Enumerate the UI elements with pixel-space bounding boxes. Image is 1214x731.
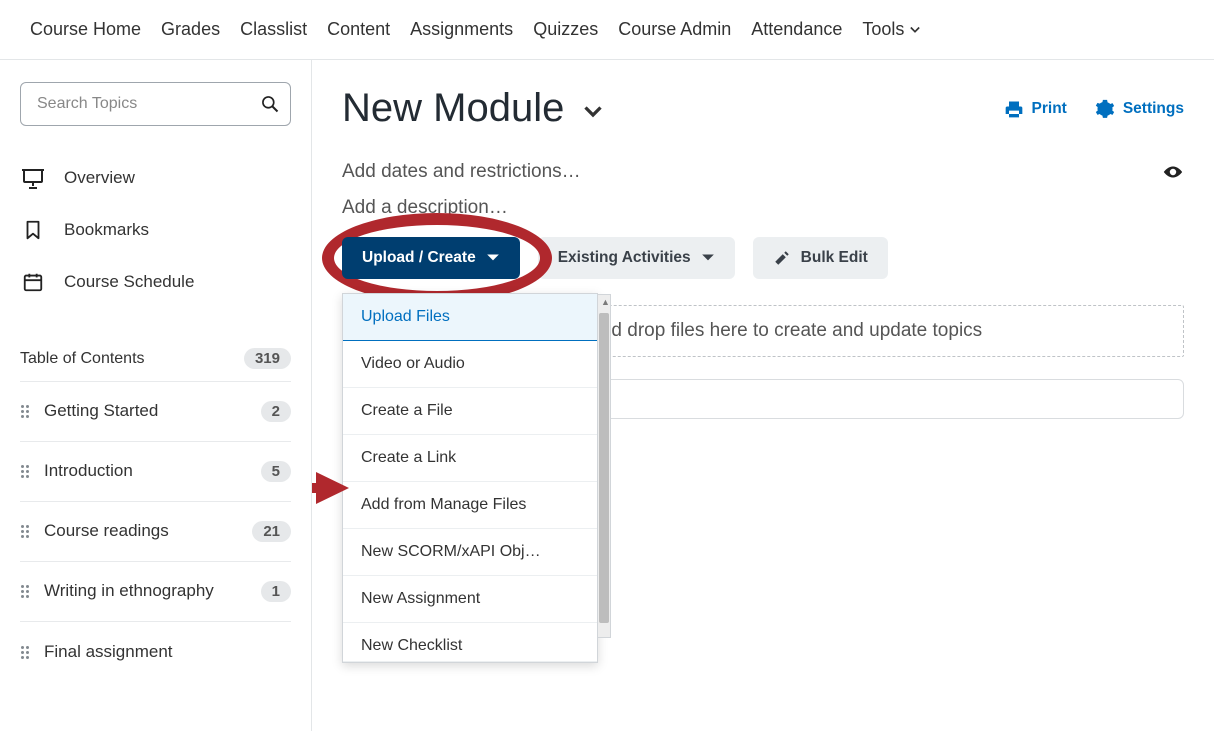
visibility-icon[interactable] <box>1162 164 1184 180</box>
toc-item-getting-started[interactable]: Getting Started 2 <box>20 382 291 442</box>
chevron-down-icon <box>486 251 500 265</box>
action-button-row: Upload / Create Existing Activities Bulk… <box>342 237 1184 279</box>
drag-handle-icon[interactable] <box>20 525 30 538</box>
sidebar-bookmarks-label: Bookmarks <box>64 220 149 240</box>
nav-tools[interactable]: Tools <box>852 19 930 40</box>
dropdown-scrollbar[interactable]: ▲ <box>597 294 611 638</box>
dropdown-new-checklist[interactable]: New Checklist <box>343 623 597 662</box>
sidebar-overview[interactable]: Overview <box>20 152 291 204</box>
settings-label: Settings <box>1123 100 1184 118</box>
toc-item-count: 5 <box>261 461 291 482</box>
toc-item-introduction[interactable]: Introduction 5 <box>20 442 291 502</box>
toc-item-label: Introduction <box>44 460 247 483</box>
nav-attendance[interactable]: Attendance <box>741 19 852 40</box>
dropdown-create-a-link[interactable]: Create a Link <box>343 435 597 482</box>
dropdown-new-scorm-xapi[interactable]: New SCORM/xAPI Obj… <box>343 529 597 576</box>
existing-activities-button[interactable]: Existing Activities <box>538 237 735 279</box>
sidebar-overview-label: Overview <box>64 168 135 188</box>
upload-create-button[interactable]: Upload / Create <box>342 237 520 279</box>
toc-item-label: Getting Started <box>44 400 247 423</box>
settings-button[interactable]: Settings <box>1095 99 1184 119</box>
add-description[interactable]: Add a description… <box>342 197 508 218</box>
dropdown-upload-files[interactable]: Upload Files <box>343 294 597 341</box>
bulk-edit-label: Bulk Edit <box>801 249 868 267</box>
dropdown-video-or-audio[interactable]: Video or Audio <box>343 341 597 388</box>
toc-item-label: Writing in ethnography <box>44 580 247 603</box>
sidebar: Overview Bookmarks Course Schedule Table… <box>0 60 312 731</box>
nav-course-admin[interactable]: Course Admin <box>608 19 741 40</box>
chevron-down-icon[interactable] <box>584 103 602 121</box>
toc-item-count: 2 <box>261 401 291 422</box>
search-icon <box>260 94 280 114</box>
print-icon <box>1004 99 1024 119</box>
bookmark-icon <box>20 218 46 242</box>
module-title[interactable]: New Module <box>342 86 564 131</box>
toc-item-course-readings[interactable]: Course readings 21 <box>20 502 291 562</box>
print-button[interactable]: Print <box>1004 99 1067 119</box>
toc-item-writing-in-ethnography[interactable]: Writing in ethnography 1 <box>20 562 291 622</box>
nav-classlist[interactable]: Classlist <box>230 19 317 40</box>
drag-handle-icon[interactable] <box>20 465 30 478</box>
nav-quizzes[interactable]: Quizzes <box>523 19 608 40</box>
chevron-down-icon <box>701 251 715 265</box>
top-nav: Course Home Grades Classlist Content Ass… <box>0 0 1214 60</box>
sidebar-course-schedule[interactable]: Course Schedule <box>20 256 291 308</box>
nav-grades[interactable]: Grades <box>151 19 230 40</box>
drag-handle-icon[interactable] <box>20 646 30 659</box>
bulk-edit-icon <box>773 249 791 267</box>
search-input[interactable] <box>35 94 260 114</box>
sidebar-course-schedule-label: Course Schedule <box>64 272 194 292</box>
add-dates-restrictions[interactable]: Add dates and restrictions… <box>342 161 581 183</box>
toc-item-label: Final assignment <box>44 641 291 664</box>
toc-label: Table of Contents <box>20 350 145 368</box>
search-topics[interactable] <box>20 82 291 126</box>
nav-assignments[interactable]: Assignments <box>400 19 523 40</box>
main-panel: New Module Print Settings Add dates and … <box>312 60 1214 731</box>
bulk-edit-button[interactable]: Bulk Edit <box>753 237 888 279</box>
toc-header[interactable]: Table of Contents 319 <box>20 336 291 382</box>
chevron-down-icon <box>910 25 920 35</box>
scrollbar-thumb[interactable] <box>599 313 609 623</box>
nav-course-home[interactable]: Course Home <box>20 19 151 40</box>
gear-icon <box>1095 99 1115 119</box>
drag-handle-icon[interactable] <box>20 585 30 598</box>
dropdown-add-from-manage-files[interactable]: Add from Manage Files <box>343 482 597 529</box>
presentation-icon <box>20 166 46 190</box>
toc-item-final-assignment[interactable]: Final assignment <box>20 622 291 682</box>
dropdown-create-a-file[interactable]: Create a File <box>343 388 597 435</box>
existing-activities-label: Existing Activities <box>558 249 691 267</box>
nav-tools-label: Tools <box>862 19 904 40</box>
upload-create-label: Upload / Create <box>362 249 476 267</box>
toc-item-count: 1 <box>261 581 291 602</box>
toc-count-badge: 319 <box>244 348 291 369</box>
dropdown-new-assignment[interactable]: New Assignment <box>343 576 597 623</box>
drag-handle-icon[interactable] <box>20 405 30 418</box>
upload-create-dropdown: Upload Files Video or Audio Create a Fil… <box>342 293 598 663</box>
sidebar-bookmarks[interactable]: Bookmarks <box>20 204 291 256</box>
toc-item-label: Course readings <box>44 520 238 543</box>
calendar-icon <box>20 270 46 294</box>
toc-item-count: 21 <box>252 521 291 542</box>
print-label: Print <box>1032 100 1067 118</box>
nav-content[interactable]: Content <box>317 19 400 40</box>
